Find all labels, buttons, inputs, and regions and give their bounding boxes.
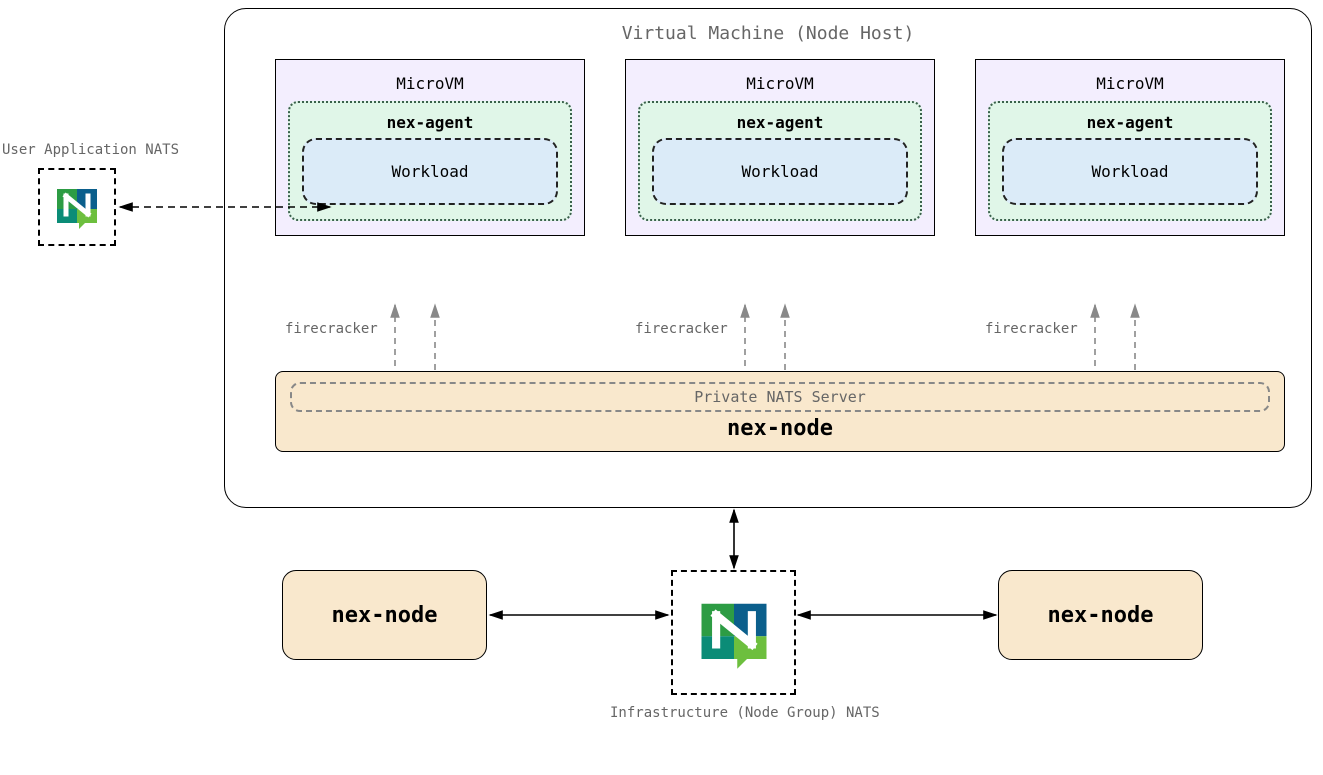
microvm-1: MicroVM nex-agent Workload	[275, 59, 585, 236]
microvm-2-agent: nex-agent Workload	[638, 101, 922, 221]
firecracker-label-1: firecracker	[285, 321, 378, 337]
microvm-2-workload: Workload	[652, 138, 908, 205]
microvm-2-agent-title: nex-agent	[652, 113, 908, 132]
microvm-1-agent-title: nex-agent	[302, 113, 558, 132]
microvm-1-workload: Workload	[302, 138, 558, 205]
microvm-1-agent: nex-agent Workload	[288, 101, 572, 221]
infra-nats-label: Infrastructure (Node Group) NATS	[610, 705, 880, 721]
microvm-3: MicroVM nex-agent Workload	[975, 59, 1285, 236]
nex-node-main-box: Private NATS Server nex-node	[275, 371, 1285, 452]
microvm-3-agent-title: nex-agent	[1002, 113, 1258, 132]
infra-nats-box	[671, 570, 796, 695]
nex-node-right-label: nex-node	[1048, 603, 1154, 628]
nex-node-right-box: nex-node	[998, 570, 1203, 660]
nex-node-left-box: nex-node	[282, 570, 487, 660]
microvm-3-agent: nex-agent Workload	[988, 101, 1272, 221]
firecracker-label-3: firecracker	[985, 321, 1078, 337]
microvm-1-title: MicroVM	[288, 74, 572, 93]
user-app-nats-label: User Application NATS	[2, 142, 179, 158]
nex-node-left-label: nex-node	[332, 603, 438, 628]
microvm-3-title: MicroVM	[988, 74, 1272, 93]
microvm-2-title: MicroVM	[638, 74, 922, 93]
nats-logo-icon	[53, 183, 101, 231]
private-nats-server: Private NATS Server	[290, 382, 1270, 412]
vm-host-title: Virtual Machine (Node Host)	[225, 23, 1311, 44]
user-app-nats-box	[38, 168, 116, 246]
nex-node-main-label: nex-node	[290, 416, 1270, 441]
microvm-2: MicroVM nex-agent Workload	[625, 59, 935, 236]
nats-logo-large-icon	[695, 594, 773, 672]
microvm-3-workload: Workload	[1002, 138, 1258, 205]
firecracker-label-2: firecracker	[635, 321, 728, 337]
vm-host-box: Virtual Machine (Node Host) MicroVM nex-…	[224, 8, 1312, 508]
